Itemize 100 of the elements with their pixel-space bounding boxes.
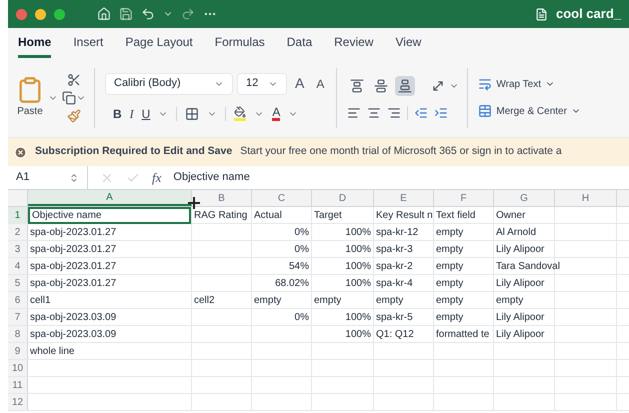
column-header[interactable]: F	[434, 190, 494, 206]
table-cell-text: spa-obj-2023.03.09	[29, 328, 118, 342]
table-cell-text: 100%	[344, 311, 372, 325]
redo-icon[interactable]	[181, 7, 195, 21]
ribbon-tab[interactable]: Insert	[73, 29, 104, 58]
table-cell-text: Q1: Q12	[375, 328, 415, 342]
column-header[interactable]: G	[494, 190, 555, 206]
table-cell-text: 0%	[294, 311, 310, 325]
function-button[interactable]: fx	[152, 168, 162, 188]
row-header[interactable]: 1	[8, 207, 28, 223]
ribbon-tab[interactable]: Page Layout	[125, 29, 193, 58]
merge-center-button[interactable]: Merge & Center	[478, 104, 581, 118]
table-cell-text: empty	[495, 294, 524, 308]
table-cell-text: cell1	[29, 294, 52, 308]
row-header[interactable]: 6	[8, 292, 28, 308]
table-cell: Objective name	[28, 207, 191, 224]
ribbon-tab[interactable]: Data	[286, 29, 312, 58]
table-cell-text: 0%	[294, 226, 310, 240]
table-cell-text: 100%	[344, 328, 372, 342]
align-right-icon[interactable]	[387, 106, 402, 120]
table-cell-text: spa-obj-2023.01.27	[29, 277, 118, 291]
document-icon	[534, 8, 548, 20]
table-cell-text: 68.02%	[274, 277, 310, 291]
ribbon-tab[interactable]: Formulas	[214, 29, 265, 58]
table-cell-text: Lily Alipoor	[495, 277, 546, 291]
increase-indent-icon[interactable]	[434, 106, 448, 120]
fill-color-icon[interactable]	[234, 106, 246, 121]
table-cell-text: spa-kr-2	[375, 260, 414, 274]
table-cell-text: spa-obj-2023.01.27	[29, 260, 118, 274]
stepper-icon	[69, 172, 79, 182]
font-color-button[interactable]: A	[272, 106, 280, 121]
row-header[interactable]: 12	[8, 394, 28, 410]
column-header[interactable]: C	[252, 190, 312, 206]
column-header[interactable]: D	[312, 190, 374, 206]
name-box[interactable]: A1	[8, 166, 88, 189]
cut-icon[interactable]	[67, 72, 81, 86]
diagonal-arrow-icon[interactable]	[431, 78, 446, 92]
row-header[interactable]: 7	[8, 309, 28, 325]
copy-icon[interactable]	[62, 90, 76, 104]
row-header[interactable]: 2	[8, 224, 28, 240]
table-cell-text: Target	[313, 209, 343, 223]
row-header[interactable]: 4	[8, 258, 28, 274]
row-header[interactable]: 9	[8, 343, 28, 359]
paste-button[interactable]: Paste	[16, 76, 44, 119]
font-name-dropdown[interactable]: Calibri (Body)	[105, 72, 233, 94]
underline-button[interactable]: U	[142, 104, 150, 122]
align-center-icon[interactable]	[367, 106, 382, 120]
table-cell-text: 100%	[344, 243, 372, 257]
borders-icon[interactable]	[185, 106, 200, 120]
merge-cells-icon	[478, 104, 492, 118]
table-cell-text: empty	[435, 260, 464, 274]
row-header[interactable]: 10	[8, 360, 28, 376]
table-cell-text: Lily Alipoor	[495, 328, 546, 342]
table-cell-text: 100%	[344, 226, 372, 240]
column-header[interactable]: E	[374, 190, 434, 206]
home-icon[interactable]	[97, 7, 111, 21]
move-cursor-icon	[188, 197, 200, 209]
column-header[interactable]: A	[28, 190, 192, 206]
table-cell-text: empty	[435, 226, 464, 240]
row-header[interactable]: 5	[8, 275, 28, 291]
row-header[interactable]: 3	[8, 241, 28, 257]
decrease-indent-icon[interactable]	[414, 106, 428, 120]
table-cell-text: spa-kr-12	[375, 226, 420, 240]
window-title: cool card_	[556, 5, 621, 24]
table-cell-text: Text field	[435, 209, 476, 223]
save-icon[interactable]	[119, 7, 133, 21]
bold-button[interactable]: B	[113, 104, 122, 122]
align-left-icon[interactable]	[347, 106, 362, 120]
table-cell-text: empty	[253, 294, 282, 308]
table-cell-text: spa-kr-4	[375, 277, 414, 291]
ribbon-tab[interactable]: View	[395, 29, 422, 58]
column-header[interactable]: H	[555, 190, 617, 206]
bottom-align-button[interactable]	[395, 76, 416, 96]
table-cell-text: cell2	[193, 294, 216, 308]
notification-message: Start your free one month trial of Microsoft 365 or sign in to activate a	[240, 144, 562, 160]
table-cell-text: empty	[435, 311, 464, 325]
font-size-dropdown[interactable]: 12	[237, 72, 287, 94]
row-header[interactable]: 11	[8, 377, 28, 393]
table-cell-text: spa-obj-2023.01.27	[29, 226, 118, 240]
table-cell-text: empty	[375, 294, 404, 308]
row-header[interactable]: 8	[8, 326, 28, 342]
notification-title: Subscription Required to Edit and Save	[35, 144, 232, 160]
table-cell-text: RAG Rating	[193, 209, 248, 223]
shrink-font-button[interactable]: A	[312, 74, 328, 92]
wrap-text-icon	[478, 77, 492, 91]
wrap-text-button[interactable]: Wrap Text	[478, 76, 581, 92]
table-cell-text: Lily Alipoor	[495, 311, 546, 325]
table-cell-text: Tara Sandoval	[495, 260, 561, 274]
table-cell-text: 0%	[294, 243, 310, 257]
table-cell-text: Lily Alipoor	[495, 243, 546, 257]
undo-icon[interactable]	[141, 7, 155, 21]
formula-value[interactable]: Objective name	[173, 169, 250, 186]
ribbon-tab[interactable]: Review	[334, 29, 374, 58]
table-cell-text: 100%	[344, 260, 372, 274]
table-cell-text: empty	[435, 294, 464, 308]
table-cell-text: spa-obj-2023.01.27	[29, 243, 118, 257]
italic-button[interactable]: I	[130, 104, 134, 122]
grow-font-button[interactable]: A	[291, 73, 308, 94]
table-cell-text: spa-kr-3	[375, 243, 414, 257]
table-cell-text: formatted te	[435, 328, 490, 342]
